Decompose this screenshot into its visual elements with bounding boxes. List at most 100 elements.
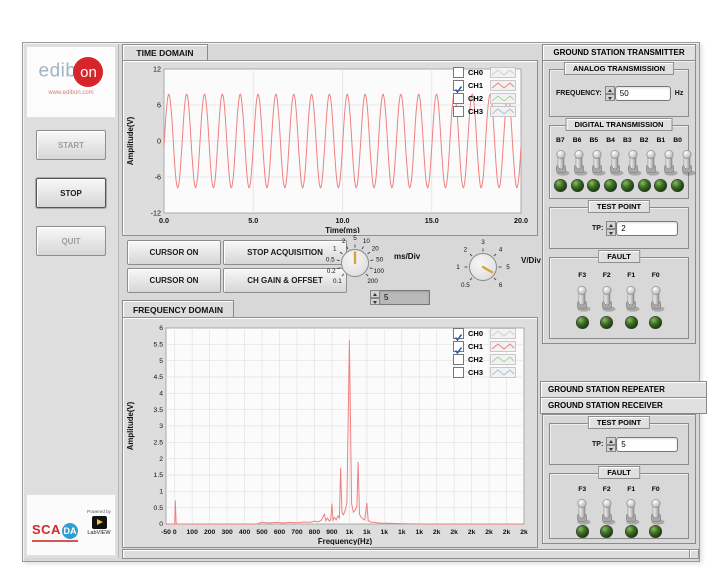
- toggle-switch[interactable]: [624, 148, 642, 176]
- legend-item: CH3: [453, 366, 516, 379]
- sidebar: edibon www.edibon.com START STOP QUIT SC…: [24, 44, 119, 558]
- legend-item: CH0: [453, 327, 516, 340]
- tx-tp-value-field[interactable]: 2: [616, 221, 678, 236]
- rx-tp-value-field[interactable]: 5: [616, 437, 678, 452]
- svg-text:2: 2: [342, 238, 346, 245]
- channel-checkbox[interactable]: [453, 328, 464, 339]
- toggle-switch[interactable]: [573, 284, 591, 312]
- ms-div-spinner[interactable]: [370, 290, 380, 305]
- rx-test-point-group: TEST POINT TP: 5: [549, 423, 689, 465]
- transmitter-header[interactable]: GROUND STATION TRANSMITTER: [542, 44, 696, 61]
- svg-text:3: 3: [481, 239, 485, 246]
- svg-text:Amplitude(V): Amplitude(V): [126, 116, 135, 165]
- svg-text:1k: 1k: [415, 529, 423, 536]
- channel-line-swatch[interactable]: [490, 341, 516, 352]
- rx-tp-spinner[interactable]: [606, 437, 616, 452]
- frequency-spinner[interactable]: [605, 86, 615, 101]
- bit-label: B1: [653, 137, 670, 144]
- toggle-switch[interactable]: [642, 148, 660, 176]
- start-button[interactable]: START: [36, 130, 106, 160]
- svg-text:1: 1: [456, 264, 460, 271]
- channel-line-swatch[interactable]: [490, 354, 516, 365]
- channel-checkbox[interactable]: [453, 341, 464, 352]
- channel-line-swatch[interactable]: [490, 328, 516, 339]
- svg-text:2k: 2k: [468, 529, 476, 536]
- channel-line-swatch[interactable]: [490, 106, 516, 117]
- toggle-switch[interactable]: [660, 148, 678, 176]
- tx-tp-spinner[interactable]: [606, 221, 616, 236]
- svg-text:700: 700: [291, 529, 303, 536]
- svg-text:15.0: 15.0: [425, 216, 439, 225]
- toggle-switch[interactable]: [647, 284, 665, 312]
- svg-text:1k: 1k: [381, 529, 389, 536]
- led-indicator: [653, 178, 668, 193]
- toggle-switch[interactable]: [606, 148, 624, 176]
- channel-line-swatch[interactable]: [490, 67, 516, 78]
- analog-transmission-group: ANALOG TRANSMISSION FREQUENCY: 50 Hz: [549, 69, 689, 117]
- svg-text:6: 6: [499, 282, 503, 289]
- digital-leds: [552, 178, 686, 193]
- ms-div-value-field[interactable]: 5: [380, 290, 430, 305]
- quit-button[interactable]: QUIT: [36, 226, 106, 256]
- rx-fault-bit-labels: F3F2F1F0: [570, 486, 668, 493]
- stop-button[interactable]: STOP: [36, 178, 106, 208]
- scada-logo-sca: SCA: [32, 522, 61, 537]
- svg-text:4: 4: [159, 391, 163, 398]
- led-indicator: [599, 524, 614, 539]
- cursor-on-button-2[interactable]: CURSOR ON: [127, 268, 221, 293]
- svg-text:2k: 2k: [503, 529, 511, 536]
- channel-checkbox[interactable]: [453, 106, 464, 117]
- rx-tp-label: TP:: [592, 441, 603, 448]
- transmitter-panel: ANALOG TRANSMISSION FREQUENCY: 50 Hz DIG…: [542, 60, 696, 344]
- toggle-switch[interactable]: [598, 497, 616, 525]
- rx-test-point-title: TEST POINT: [588, 416, 650, 429]
- svg-text:0.1: 0.1: [333, 278, 342, 285]
- toggle-switch[interactable]: [622, 497, 640, 525]
- svg-text:1k: 1k: [346, 529, 354, 536]
- svg-text:800: 800: [309, 529, 321, 536]
- channel-line-swatch[interactable]: [490, 80, 516, 91]
- toggle-switch[interactable]: [570, 148, 588, 176]
- channel-checkbox[interactable]: [453, 367, 464, 378]
- svg-text:6: 6: [157, 100, 161, 109]
- bit-label: F1: [619, 272, 644, 279]
- toggle-switch[interactable]: [552, 148, 570, 176]
- toggle-switch[interactable]: [598, 284, 616, 312]
- scada-tagline: [32, 540, 78, 542]
- toggle-switch[interactable]: [588, 148, 606, 176]
- v-div-knob[interactable]: 0.5123456: [449, 230, 521, 302]
- svg-text:2: 2: [464, 247, 468, 254]
- tab-frequency-domain[interactable]: FREQUENCY DOMAIN: [122, 300, 234, 318]
- receiver-header[interactable]: GROUND STATION RECEIVER: [540, 397, 707, 414]
- bottom-scrollbar[interactable]: [122, 549, 690, 559]
- channel-checkbox[interactable]: [453, 93, 464, 104]
- svg-text:0: 0: [173, 529, 177, 536]
- svg-text:2k: 2k: [450, 529, 458, 536]
- bit-label: B3: [619, 137, 636, 144]
- cursor-on-button-1[interactable]: CURSOR ON: [127, 240, 221, 265]
- frequency-value-field[interactable]: 50: [615, 86, 671, 101]
- channel-line-swatch[interactable]: [490, 93, 516, 104]
- bit-label: F3: [570, 486, 595, 493]
- toggle-switch[interactable]: [647, 497, 665, 525]
- toggle-switch[interactable]: [622, 284, 640, 312]
- svg-text:2k: 2k: [485, 529, 493, 536]
- tab-time-domain[interactable]: TIME DOMAIN: [122, 44, 208, 61]
- toggle-switch[interactable]: [573, 497, 591, 525]
- svg-text:1k: 1k: [363, 529, 371, 536]
- channel-checkbox[interactable]: [453, 354, 464, 365]
- bit-label: B2: [636, 137, 653, 144]
- svg-text:1.5: 1.5: [154, 472, 164, 479]
- tx-test-point-group: TEST POINT TP: 2: [549, 207, 689, 249]
- rx-fault-leds: [570, 524, 668, 539]
- toggle-switch[interactable]: [678, 148, 696, 176]
- frequency-domain-chart-panel: 00.511.522.533.544.555.56-50010020030040…: [122, 317, 538, 548]
- channel-checkbox[interactable]: [453, 80, 464, 91]
- channel-checkbox[interactable]: [453, 67, 464, 78]
- ms-div-value-control[interactable]: 5: [370, 290, 430, 305]
- repeater-header[interactable]: GROUND STATION REPEATER: [540, 381, 707, 398]
- led-indicator: [586, 178, 601, 193]
- ms-div-knob[interactable]: 0.10.20.5125102050100200: [321, 226, 393, 298]
- svg-text:5: 5: [506, 264, 510, 271]
- channel-line-swatch[interactable]: [490, 367, 516, 378]
